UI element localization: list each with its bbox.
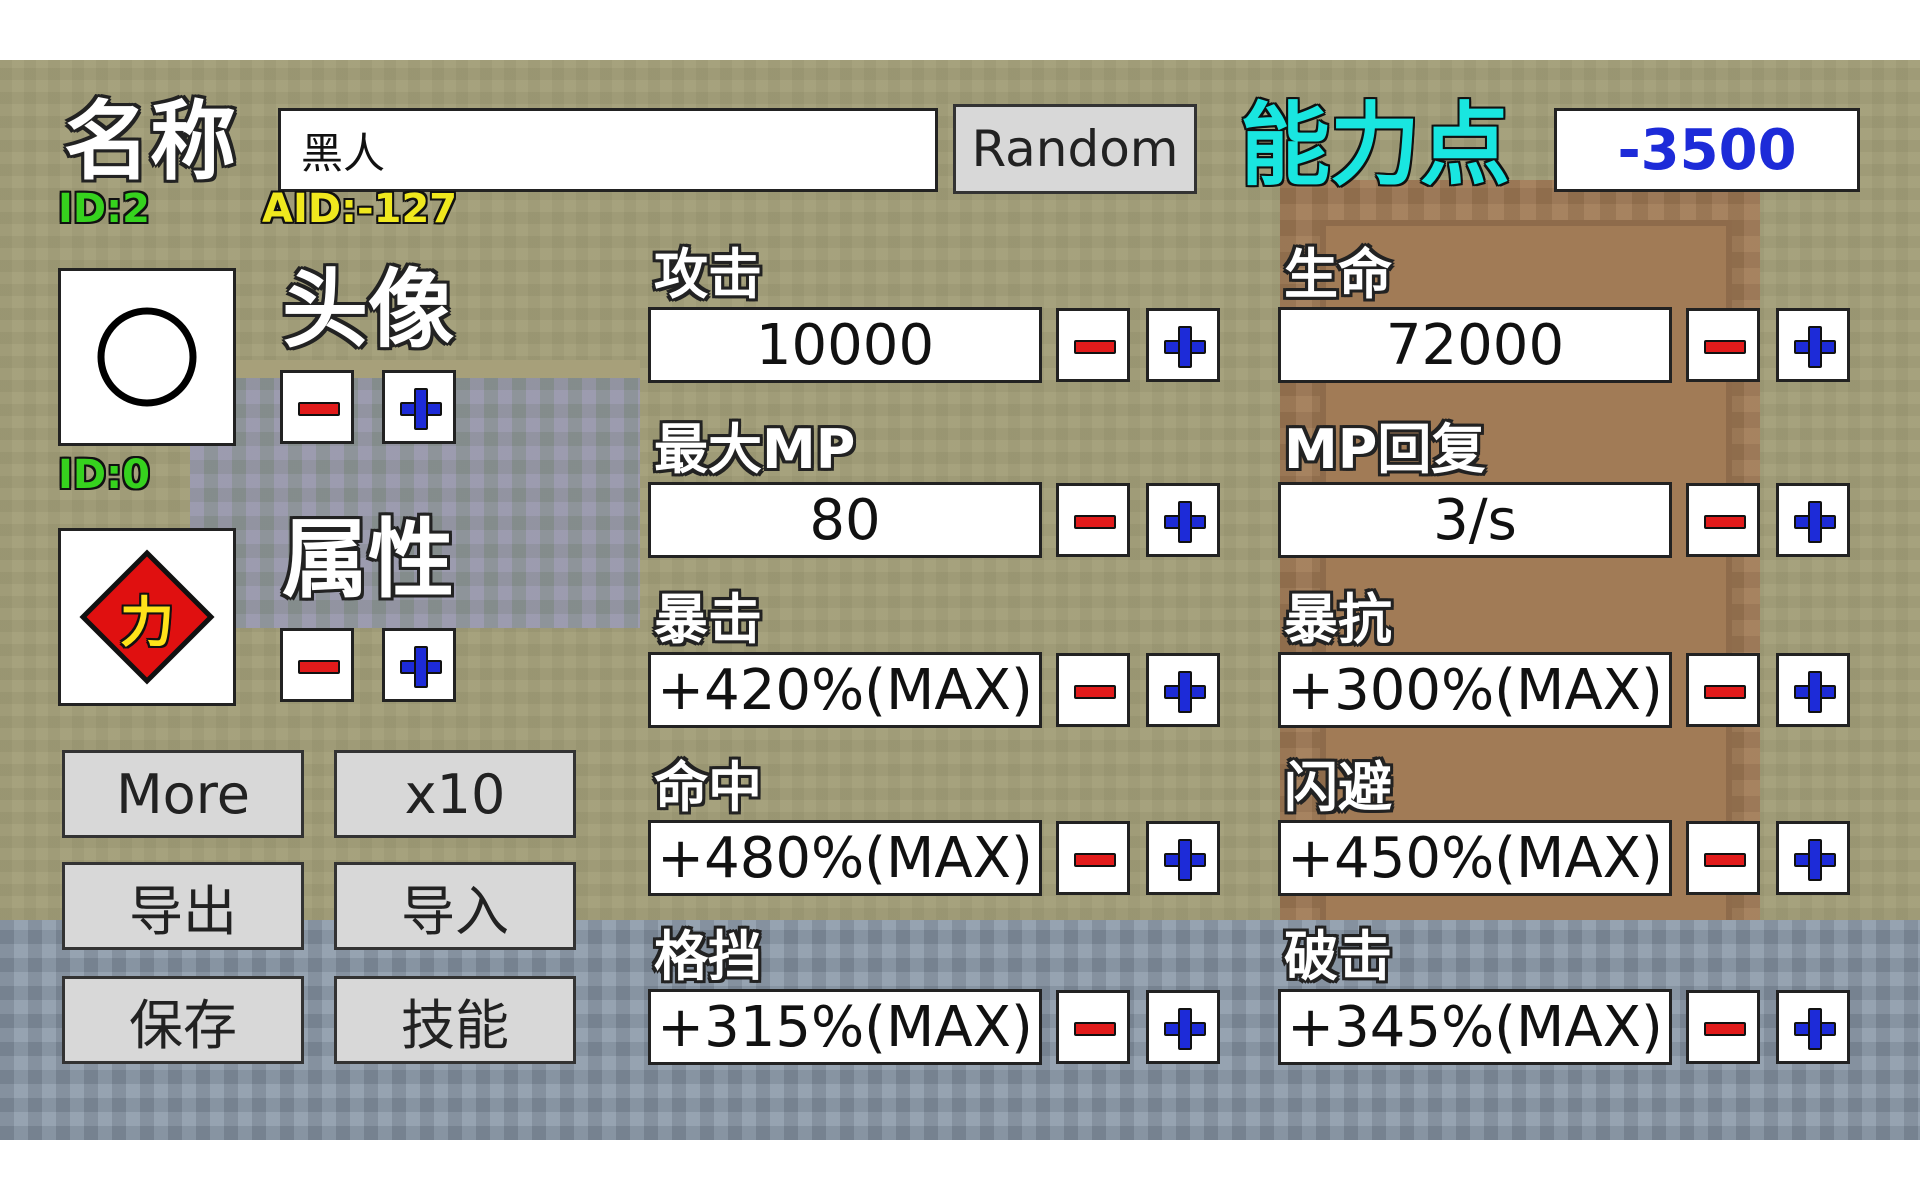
avatar-plus-button[interactable]: [382, 370, 456, 444]
stat-value: +420%(MAX): [648, 652, 1042, 728]
stat-value: +300%(MAX): [1278, 652, 1672, 728]
points-value: -3500: [1554, 108, 1860, 192]
avatar-minus-button[interactable]: [280, 370, 354, 444]
stat-plus-button[interactable]: [1776, 821, 1850, 895]
stat-plus-button[interactable]: [1776, 990, 1850, 1064]
stat-label: 暴抗: [1284, 588, 1392, 651]
avatar-preview[interactable]: [58, 268, 236, 446]
game-viewport: 名称 黑人 Random 能力点 -3500 ID:2 AID:-127 头像 …: [0, 60, 1920, 1140]
stat-minus-button[interactable]: [1686, 821, 1760, 895]
stat-label: 命中: [654, 756, 762, 819]
stat-minus-button[interactable]: [1056, 653, 1130, 727]
minus-icon: [1074, 340, 1116, 354]
stat-label: 最大MP: [654, 418, 856, 481]
stat-value: +315%(MAX): [648, 989, 1042, 1065]
stat-minus-button[interactable]: [1686, 990, 1760, 1064]
id-label: ID:2: [58, 186, 150, 232]
stat-plus-button[interactable]: [1776, 308, 1850, 382]
minus-icon: [1074, 1022, 1116, 1036]
more-button[interactable]: More: [62, 750, 304, 838]
stat-value: 3/s: [1278, 482, 1672, 558]
stat-plus-button[interactable]: [1146, 308, 1220, 382]
attribute-glyph: 力: [120, 590, 174, 654]
skill-button[interactable]: 技能: [334, 976, 576, 1064]
stat-label: 攻击: [654, 243, 762, 306]
name-input[interactable]: 黑人: [278, 108, 938, 192]
stat-plus-button[interactable]: [1146, 821, 1220, 895]
minus-icon: [1074, 515, 1116, 529]
stat-plus-button[interactable]: [1146, 483, 1220, 557]
minus-icon: [1704, 853, 1746, 867]
stat-value: 10000: [648, 307, 1042, 383]
stat-minus-button[interactable]: [1686, 308, 1760, 382]
attribute-minus-button[interactable]: [280, 628, 354, 702]
minus-icon: [1074, 685, 1116, 699]
stat-minus-button[interactable]: [1686, 483, 1760, 557]
export-button[interactable]: 导出: [62, 862, 304, 950]
minus-icon: [1704, 685, 1746, 699]
minus-icon: [298, 402, 340, 416]
name-input-value: 黑人: [301, 128, 386, 178]
avatar-id-label: ID:0: [58, 452, 150, 498]
attribute-plus-button[interactable]: [382, 628, 456, 702]
circle-outline-icon: [97, 307, 197, 407]
aid-label: AID:-127: [262, 186, 458, 232]
minus-icon: [1704, 1022, 1746, 1036]
points-label: 能力点: [1240, 93, 1510, 198]
minus-icon: [1704, 515, 1746, 529]
stat-value: +480%(MAX): [648, 820, 1042, 896]
minus-icon: [1074, 853, 1116, 867]
save-button[interactable]: 保存: [62, 976, 304, 1064]
attribute-label: 属性: [282, 510, 454, 610]
stat-label: 生命: [1284, 243, 1392, 306]
stat-label: 格挡: [654, 925, 762, 988]
import-button[interactable]: 导入: [334, 862, 576, 950]
stat-minus-button[interactable]: [1686, 653, 1760, 727]
minus-icon: [1704, 340, 1746, 354]
random-button[interactable]: Random: [953, 104, 1197, 194]
stat-value: +450%(MAX): [1278, 820, 1672, 896]
stat-plus-button[interactable]: [1146, 990, 1220, 1064]
stat-label: 暴击: [654, 588, 762, 651]
stat-minus-button[interactable]: [1056, 483, 1130, 557]
stat-label: 闪避: [1284, 756, 1392, 819]
name-label: 名称: [64, 92, 236, 192]
stat-plus-button[interactable]: [1776, 483, 1850, 557]
stat-value: 80: [648, 482, 1042, 558]
stat-minus-button[interactable]: [1056, 990, 1130, 1064]
x10-button[interactable]: x10: [334, 750, 576, 838]
stat-minus-button[interactable]: [1056, 308, 1130, 382]
stat-value: +345%(MAX): [1278, 989, 1672, 1065]
avatar-label: 头像: [282, 260, 454, 360]
stat-plus-button[interactable]: [1146, 653, 1220, 727]
stat-minus-button[interactable]: [1056, 821, 1130, 895]
minus-icon: [298, 660, 340, 674]
stat-label: 破击: [1284, 925, 1392, 988]
stat-label: MP回复: [1284, 418, 1486, 481]
stat-value: 72000: [1278, 307, 1672, 383]
attribute-preview[interactable]: 力: [58, 528, 236, 706]
stat-plus-button[interactable]: [1776, 653, 1850, 727]
